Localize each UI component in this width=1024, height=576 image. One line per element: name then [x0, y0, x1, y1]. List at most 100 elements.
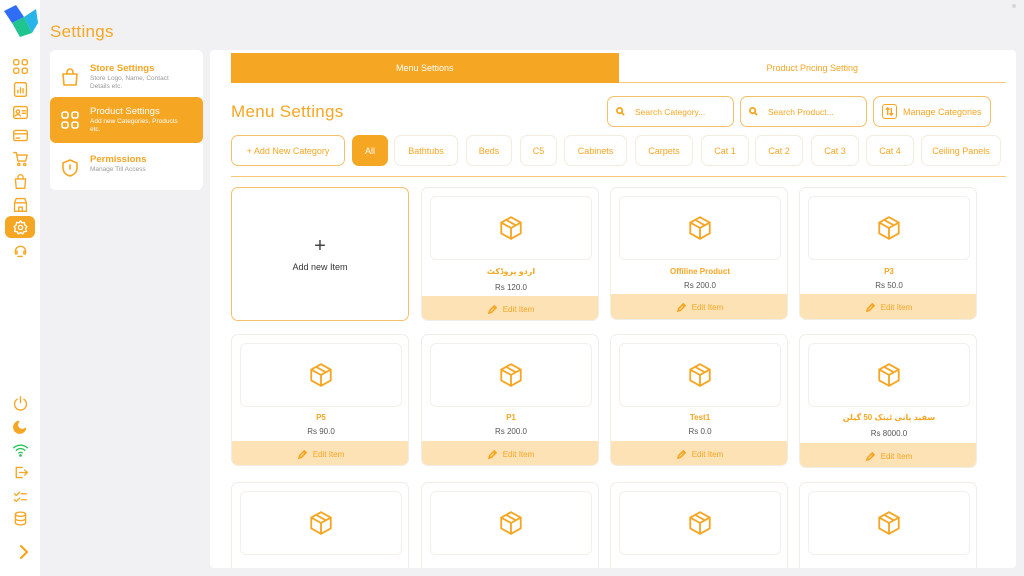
category-chip[interactable]: Cat 2: [755, 135, 803, 166]
box-icon: [689, 511, 711, 535]
product-card[interactable]: Test1 Rs 0.0 Edit Item: [610, 334, 788, 466]
settings-menu-subtitle: Store Logo, Name, Contact Details etc.: [90, 75, 169, 90]
settings-menu-title: Store Settings: [90, 63, 155, 74]
pencil-icon: [487, 304, 497, 314]
product-card[interactable]: [799, 482, 977, 568]
pencil-icon: [297, 449, 307, 459]
product-card[interactable]: [231, 482, 409, 568]
product-price: Rs 0.0: [688, 427, 712, 436]
support-icon[interactable]: [9, 239, 31, 261]
product-image: [430, 343, 592, 407]
app-logo: [2, 3, 40, 39]
contacts-icon[interactable]: [9, 101, 31, 123]
product-card[interactable]: P5 Rs 90.0 Edit Item: [231, 334, 409, 466]
logout-icon[interactable]: [9, 461, 31, 483]
edit-item-button[interactable]: Edit Item: [611, 441, 787, 465]
product-price: Rs 90.0: [307, 427, 335, 436]
cart-icon[interactable]: [9, 147, 31, 169]
category-chip[interactable]: Cat 1: [701, 135, 749, 166]
product-card[interactable]: [421, 482, 599, 568]
product-name: P1: [506, 413, 516, 422]
category-chip[interactable]: Cat 3: [811, 135, 859, 166]
product-card[interactable]: [610, 482, 788, 568]
product-card[interactable]: سفید پانی ٹینک 50 گیلن Rs 8000.0 Edit It…: [799, 334, 977, 468]
edit-item-button[interactable]: Edit Item: [800, 294, 976, 319]
store-icon[interactable]: [9, 193, 31, 215]
dark-mode-icon[interactable]: [9, 415, 31, 437]
pencil-icon: [676, 449, 686, 459]
page-title: Settings: [50, 22, 114, 41]
pencil-icon: [487, 449, 497, 459]
product-card[interactable]: اردو پروڈکٹ Rs 120.0 Edit Item: [421, 187, 599, 321]
reports-icon[interactable]: [9, 78, 31, 100]
category-chip[interactable]: Bathtubs: [394, 135, 458, 166]
settings-menu-permissions[interactable]: Permissions Manage Till Access: [50, 145, 203, 191]
settings-menu-store[interactable]: Store Settings Store Logo, Name, Contact…: [50, 54, 203, 100]
bag-icon[interactable]: [9, 170, 31, 192]
category-chip[interactable]: Beds: [466, 135, 512, 166]
product-image: [808, 491, 970, 555]
dashboard-grid-icon[interactable]: [9, 55, 31, 77]
edit-item-label: Edit Item: [502, 449, 535, 459]
add-category-button[interactable]: + Add New Category: [231, 135, 345, 166]
manage-categories-button[interactable]: Manage Categories: [873, 96, 991, 127]
product-card[interactable]: P3 Rs 50.0 Edit Item: [799, 187, 977, 320]
category-chip[interactable]: Ceiling Panels: [921, 135, 1001, 166]
edit-item-label: Edit Item: [691, 302, 724, 312]
edit-item-button[interactable]: Edit Item: [422, 296, 598, 320]
search-product-input[interactable]: Search Product...: [740, 96, 867, 127]
manage-categories-label: Manage Categories: [903, 106, 982, 117]
product-image: [808, 196, 970, 260]
settings-menu-title: Permissions: [90, 154, 147, 165]
category-chip[interactable]: Carpets: [635, 135, 693, 166]
tasks-icon[interactable]: [9, 484, 31, 506]
edit-item-button[interactable]: Edit Item: [422, 441, 598, 465]
box-icon: [878, 363, 900, 387]
power-icon[interactable]: [9, 392, 31, 414]
shield-icon: [50, 145, 90, 191]
grid-icon: [50, 97, 90, 143]
add-item-card[interactable]: + Add new Item: [231, 187, 409, 321]
product-card[interactable]: Offiline Product Rs 200.0 Edit Item: [610, 187, 788, 320]
database-icon[interactable]: [9, 507, 31, 529]
product-price: Rs 200.0: [683, 281, 717, 290]
settings-gear-icon[interactable]: [5, 216, 35, 238]
tab-bar: Menu Settions Product Pricing Setting: [231, 53, 1006, 83]
plus-icon: +: [314, 235, 326, 257]
product-image: [619, 196, 781, 260]
product-image: [619, 491, 781, 555]
payments-card-icon[interactable]: [9, 124, 31, 146]
app-sidebar: [0, 0, 40, 576]
product-card[interactable]: P1 Rs 200.0 Edit Item: [421, 334, 599, 466]
expand-chevron-icon[interactable]: [17, 544, 31, 560]
pencil-icon: [865, 302, 875, 312]
product-image: [430, 491, 592, 555]
edit-item-button[interactable]: Edit Item: [800, 443, 976, 467]
search-icon: [749, 107, 758, 116]
box-icon: [878, 216, 900, 240]
edit-item-label: Edit Item: [880, 302, 913, 312]
pencil-icon: [865, 451, 875, 461]
box-icon: [310, 511, 332, 535]
sort-icon: [882, 104, 897, 119]
box-icon: [500, 511, 522, 535]
product-image: [808, 343, 970, 407]
category-chip[interactable]: Cat 4: [866, 135, 914, 166]
wifi-icon[interactable]: [9, 438, 31, 460]
product-price: Rs 120.0: [494, 283, 528, 292]
category-chips: + Add New Category All Bathtubs Beds C5 …: [231, 135, 1006, 177]
search-category-input[interactable]: Search Category...: [607, 96, 734, 127]
settings-menu-subtitle: Manage Till Access: [90, 166, 146, 173]
product-image: [430, 196, 592, 260]
product-name: اردو پروڈکٹ: [486, 267, 536, 276]
tab-product-pricing[interactable]: Product Pricing Setting: [619, 53, 1007, 83]
settings-menu-product[interactable]: Product Settings Add new Categories, Pro…: [50, 97, 203, 143]
edit-item-label: Edit Item: [691, 449, 724, 459]
box-icon: [689, 363, 711, 387]
category-chip[interactable]: Cabinets: [564, 135, 627, 166]
category-chip[interactable]: C5: [520, 135, 557, 166]
edit-item-button[interactable]: Edit Item: [611, 294, 787, 319]
tab-menu-settings[interactable]: Menu Settions: [231, 53, 619, 83]
category-chip[interactable]: All: [352, 135, 388, 166]
edit-item-button[interactable]: Edit Item: [232, 441, 408, 465]
